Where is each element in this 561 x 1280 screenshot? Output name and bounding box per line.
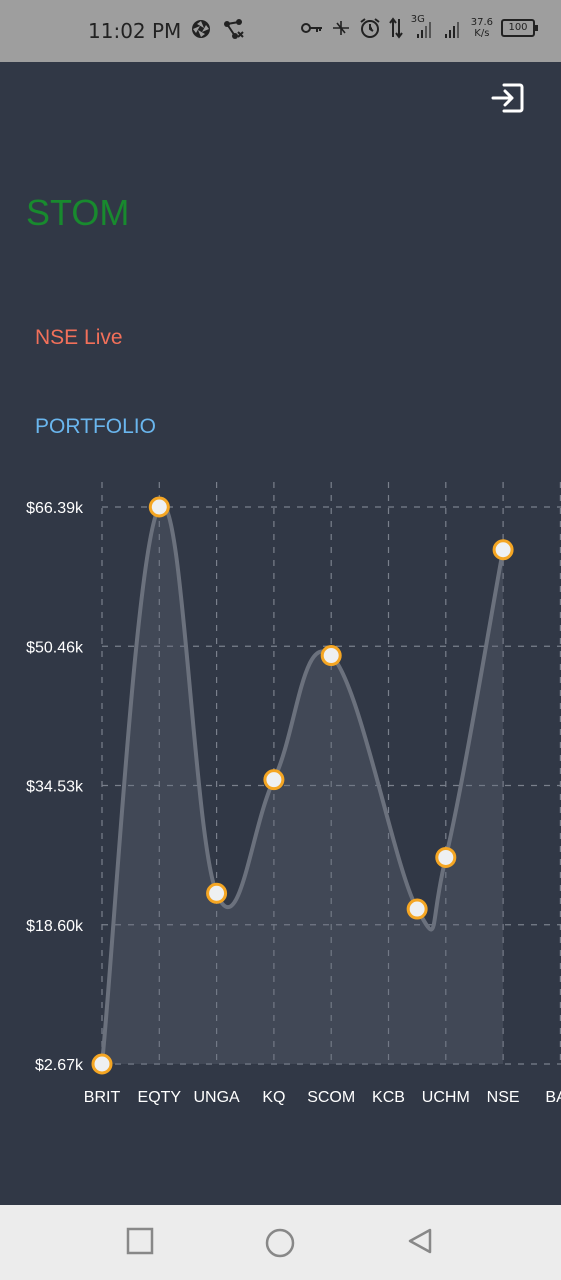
triangle-back-icon (408, 1228, 432, 1254)
data-point[interactable] (206, 882, 228, 904)
data-point[interactable] (435, 846, 457, 868)
data-point[interactable] (263, 769, 285, 791)
data-point[interactable] (492, 539, 514, 561)
navigation-bar (0, 1205, 561, 1280)
data-point[interactable] (320, 645, 342, 667)
chart-x-axis: BRIT EQTY UNGA KQ SCOM KCB UCHM NSE BAT (84, 1089, 561, 1106)
signal-icon (416, 22, 431, 38)
app-screen: STOM NSE Live PORTFOLIO $2.67k $18.60k $34… (0, 62, 561, 1205)
y-tick-label: $50.46k (26, 639, 84, 656)
app-brand: STOM (26, 192, 130, 233)
data-point[interactable] (406, 898, 428, 920)
x-tick-label: SCOM (307, 1089, 355, 1106)
x-tick-label: UNGA (193, 1089, 240, 1106)
x-tick-label: KCB (372, 1089, 405, 1106)
alarm-icon (360, 18, 380, 38)
battery-level: 100 (508, 22, 528, 33)
portfolio-link[interactable]: PORTFOLIO (35, 415, 156, 439)
signal-icon (444, 22, 459, 38)
no-signal-icon (332, 21, 349, 35)
share-icon (224, 19, 244, 39)
data-point[interactable] (91, 1053, 113, 1075)
back-button[interactable] (406, 1227, 434, 1259)
home-button[interactable] (264, 1227, 296, 1263)
battery-icon: 100 (501, 19, 538, 37)
x-tick-label: UCHM (422, 1089, 470, 1106)
y-tick-label: $34.53k (26, 779, 84, 796)
speed-unit: K/s (474, 28, 490, 39)
x-tick-label: NSE (487, 1089, 520, 1106)
circle-icon (265, 1228, 295, 1258)
status-bar: 11:02 PM 3G 37.6 K/s 100 (0, 0, 561, 62)
data-arrows-icon (388, 17, 403, 39)
data-point[interactable] (148, 496, 170, 518)
square-icon (126, 1227, 154, 1255)
status-time: 11:02 PM (88, 19, 182, 43)
nse-live-link[interactable]: NSE Live (35, 326, 123, 350)
x-tick-label: EQTY (138, 1089, 182, 1106)
aperture-icon (192, 20, 210, 38)
x-tick-label: BRIT (84, 1089, 121, 1106)
x-tick-label: BAT (545, 1089, 561, 1106)
network-speed: 37.6 K/s (471, 17, 493, 39)
chart-y-axis: $2.67k $18.60k $34.53k $50.46k $66.39k (26, 500, 84, 1074)
status-left-icons (190, 18, 246, 42)
y-tick-label: $2.67k (35, 1057, 84, 1074)
y-tick-label: $66.39k (26, 500, 84, 517)
logout-button[interactable] (490, 80, 526, 116)
y-tick-label: $18.60k (26, 918, 84, 935)
speed-value: 37.6 (470, 17, 493, 28)
recent-apps-button[interactable] (126, 1227, 154, 1259)
portfolio-chart: $2.67k $18.60k $34.53k $50.46k $66.39k BRIT E… (26, 482, 561, 1106)
x-tick-label: KQ (262, 1089, 285, 1106)
chart-area (102, 504, 504, 1065)
signal-3g: 3G (411, 14, 435, 40)
logout-icon (491, 83, 524, 113)
key-icon (300, 23, 322, 33)
status-right-icons: 3G 37.6 K/s 100 (300, 14, 538, 40)
